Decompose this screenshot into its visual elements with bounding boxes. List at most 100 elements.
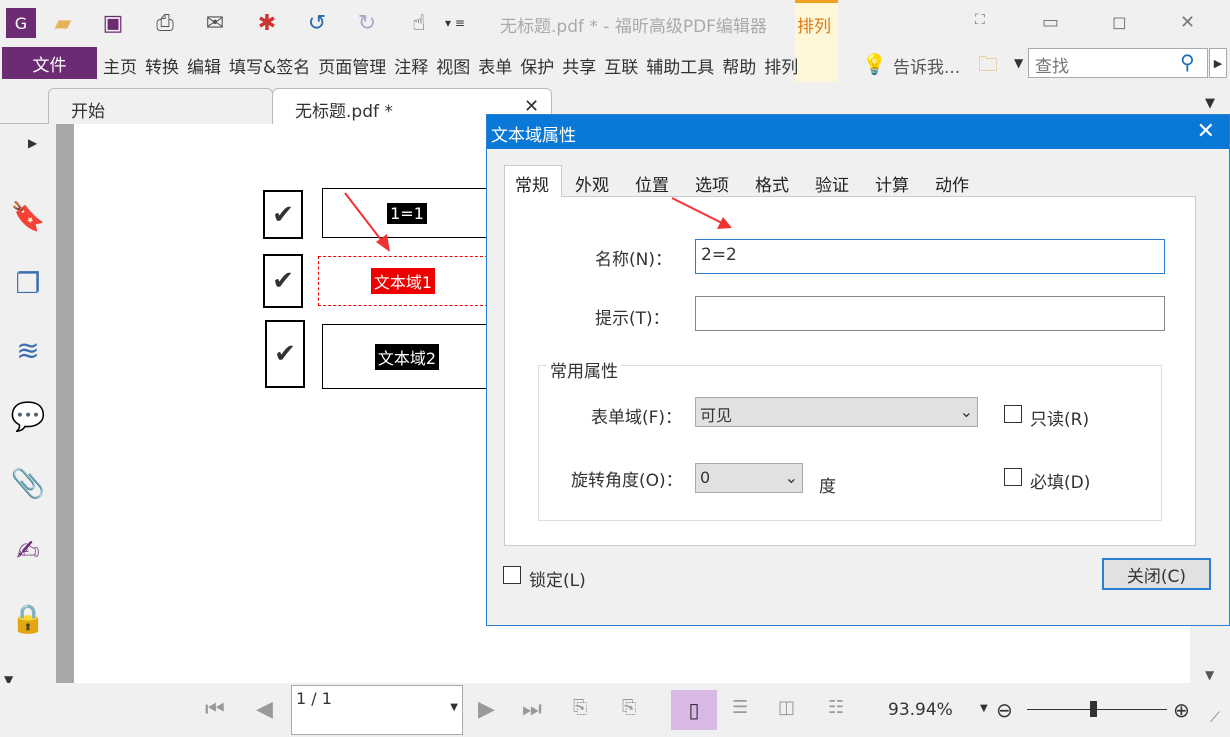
tab-validate[interactable]: 验证 [815,171,849,196]
hand-tool-icon[interactable]: ☝ [404,8,434,38]
zoom-slider[interactable] [1027,709,1167,710]
resize-grip-icon[interactable]: ⟋ [1210,710,1220,726]
scroll-down-icon[interactable]: ▼ [1205,668,1214,682]
arrange-context-tab[interactable]: 排列 [797,12,831,37]
menu-page-management[interactable]: 页面管理 [318,53,386,78]
comments-icon[interactable]: 💬 [10,398,46,434]
pages-icon[interactable]: ❐ [10,265,46,301]
menu-protect[interactable]: 保护 [520,53,554,78]
dialog-title-bar[interactable]: 文本域属性 ✕ [487,115,1229,149]
tab-start[interactable]: 开始 [48,88,273,124]
zoom-in-icon[interactable]: ⊕ [1173,698,1190,722]
attachment-icon[interactable]: 📎 [10,465,46,501]
text-field[interactable]: 文本域2 [322,324,492,389]
maximize-button[interactable]: ◻ [1112,12,1127,33]
tab-general[interactable]: 常规 [515,171,549,196]
required-checkbox[interactable] [1004,468,1022,486]
menu-view[interactable]: 视图 [436,53,470,78]
text-field-properties-dialog: 文本域属性 ✕ 常规 外观 位置 选项 格式 验证 计算 动作 名称(N)： 2=… [486,114,1230,626]
menu-convert[interactable]: 转换 [145,53,179,78]
page-number-input[interactable]: 1 / 1 ▼ [291,685,463,735]
fullscreen-icon[interactable]: ⛶ [975,12,985,28]
lightbulb-icon: 💡 [862,52,887,76]
search-options-dropdown-icon[interactable]: ▼ [1014,56,1023,70]
form-field-select[interactable]: 可见 ⌄ [695,397,978,427]
continuous-view-icon[interactable]: ☰ [732,697,748,718]
field-name: 文本域2 [374,343,440,370]
close-window-button[interactable]: ✕ [1180,12,1195,33]
first-page-icon[interactable]: ⏮ [205,697,225,722]
ribbon-scroll-right-button[interactable]: ▶ [1209,48,1227,78]
folder-search-icon[interactable]: 🗀 [978,50,998,84]
lock-checkbox[interactable] [503,566,521,584]
zoom-level[interactable]: 93.94% [888,700,953,720]
menu-home[interactable]: 主页 [103,53,137,78]
rotation-select[interactable]: 0 ⌄ [695,463,803,493]
redo-icon[interactable]: ↻ [352,8,382,38]
common-properties-group [538,365,1162,521]
checkbox-field[interactable]: ✔ [263,190,303,239]
dialog-close-icon[interactable]: ✕ [1197,119,1215,144]
continuous-facing-view-icon[interactable]: ☷ [828,697,844,718]
ribbon-menu: 主页 转换 编辑 填写&签名 页面管理 注释 视图 表单 保护 共享 互联 辅助… [103,53,798,78]
close-button[interactable]: 关闭(C) [1102,558,1211,590]
expand-sidebar-icon[interactable]: ▶ [28,136,37,150]
tab-format[interactable]: 格式 [755,171,789,196]
bookmark-icon[interactable]: 🔖 [10,198,46,234]
save-icon[interactable]: ▣ [98,8,128,38]
file-menu-button[interactable]: 文件 [2,47,97,79]
menu-fill-sign[interactable]: 填写&签名 [229,53,310,78]
last-page-icon[interactable]: ⏭ [522,697,542,722]
zoom-slider-thumb[interactable] [1090,701,1097,717]
app-logo-icon: G [6,8,36,38]
tooltip-input[interactable] [695,296,1165,331]
menu-edit[interactable]: 编辑 [187,53,221,78]
text-field-selected[interactable]: 文本域1 [318,256,488,306]
tab-calculate[interactable]: 计算 [875,171,909,196]
tab-appearance[interactable]: 外观 [575,171,609,196]
facing-view-icon[interactable]: ◫ [778,697,795,718]
chevron-down-icon: ⌄ [959,402,973,421]
tooltip-label: 提示(T)： [595,309,670,329]
previous-page-icon[interactable]: ◀ [256,697,273,722]
tell-me-input[interactable]: 告诉我... [893,53,960,78]
menu-form[interactable]: 表单 [478,53,512,78]
tab-position[interactable]: 位置 [635,171,669,196]
zoom-out-icon[interactable]: ⊖ [996,698,1013,722]
new-document-icon[interactable]: ✱ [252,8,282,38]
email-icon[interactable]: ✉ [200,8,230,38]
sidebar-resize-handle[interactable] [56,124,74,683]
open-icon[interactable]: ▰ [48,8,78,38]
signature-icon[interactable]: ✍ [10,532,46,568]
readonly-checkbox[interactable] [1004,405,1022,423]
menu-connect[interactable]: 互联 [604,53,638,78]
checkbox-field[interactable]: ✔ [265,320,305,388]
tab-actions[interactable]: 动作 [935,171,969,196]
zoom-dropdown-icon[interactable]: ▼ [980,703,988,714]
undo-icon[interactable]: ↺ [302,8,332,38]
single-page-view-button[interactable]: ▯ [671,690,717,730]
menu-comment[interactable]: 注释 [394,53,428,78]
search-icon[interactable]: ⚲ [1180,50,1195,74]
customize-dropdown-icon[interactable]: ▾ ≡ [440,8,470,38]
field-name: 文本域1 [370,268,436,294]
next-page-icon[interactable]: ▶ [478,697,495,722]
previous-view-icon[interactable]: ⎘ [573,697,587,718]
tab-list-dropdown-icon[interactable]: ▼ [1205,96,1215,111]
menu-accessibility[interactable]: 辅助工具 [646,53,714,78]
page-dropdown-icon[interactable]: ▼ [450,702,458,713]
menu-help[interactable]: 帮助 [722,53,756,78]
tab-options[interactable]: 选项 [695,171,729,196]
rotation-value: 0 [700,468,711,487]
print-icon[interactable]: ⎙ [150,8,180,38]
menu-share[interactable]: 共享 [562,53,596,78]
layers-icon[interactable]: ≋ [10,332,46,368]
minimize-button[interactable]: ▭ [1042,12,1059,33]
checkbox-field[interactable]: ✔ [263,254,303,308]
security-lock-icon[interactable]: 🔒 [10,600,46,636]
name-input[interactable]: 2=2 [695,239,1165,274]
menu-arrange[interactable]: 排列 [764,53,798,78]
group-title: 常用属性 [547,357,621,382]
page-number: 1 / 1 [296,689,332,708]
next-view-icon[interactable]: ⎘ [622,697,636,718]
